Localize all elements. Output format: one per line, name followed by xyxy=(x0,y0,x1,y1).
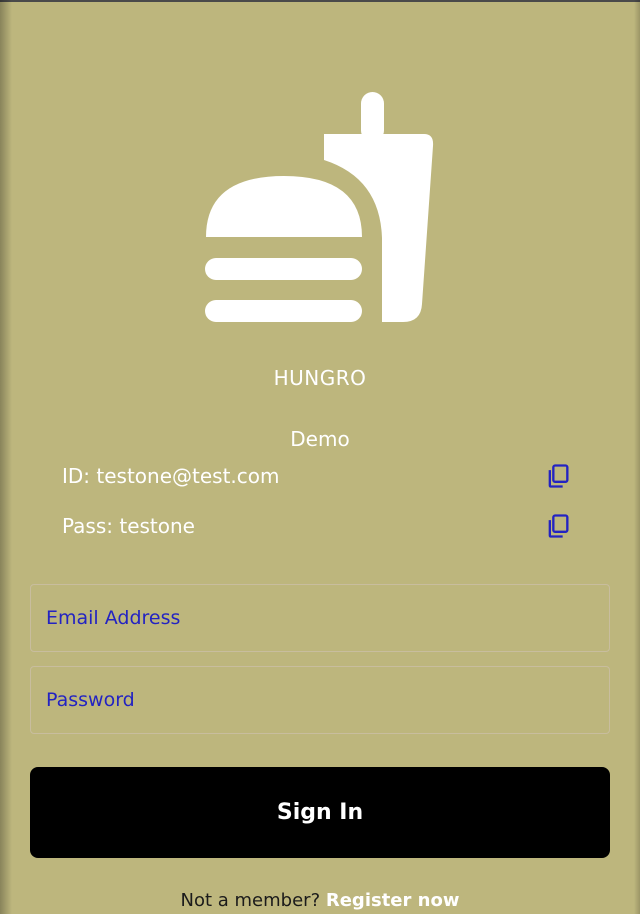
burger-and-drink-icon xyxy=(205,92,434,322)
demo-id-text: ID: testone@test.com xyxy=(62,464,280,488)
sign-in-button[interactable]: Sign In xyxy=(30,767,610,858)
register-prompt: Not a member? Register now xyxy=(0,890,640,911)
burger-patty-shape xyxy=(205,258,362,280)
left-edge-shadow xyxy=(0,0,12,914)
copy-pass-icon[interactable] xyxy=(544,512,572,540)
top-border xyxy=(0,0,640,2)
copy-id-icon[interactable] xyxy=(544,462,572,490)
email-field xyxy=(30,584,610,652)
register-link[interactable]: Register now xyxy=(326,890,460,911)
demo-id-row: ID: testone@test.com xyxy=(62,462,572,492)
demo-heading: Demo xyxy=(290,427,350,451)
right-edge-shadow xyxy=(634,0,640,914)
demo-pass-text: Pass: testone xyxy=(62,514,195,538)
register-prompt-text: Not a member? xyxy=(180,890,321,911)
password-field xyxy=(30,666,610,734)
password-input[interactable] xyxy=(31,667,609,733)
burger-bun-shape xyxy=(206,176,362,237)
app-title: HUNGRO xyxy=(273,366,367,390)
email-input[interactable] xyxy=(31,585,609,651)
burger-base-shape xyxy=(205,300,362,322)
demo-pass-row: Pass: testone xyxy=(62,512,572,542)
